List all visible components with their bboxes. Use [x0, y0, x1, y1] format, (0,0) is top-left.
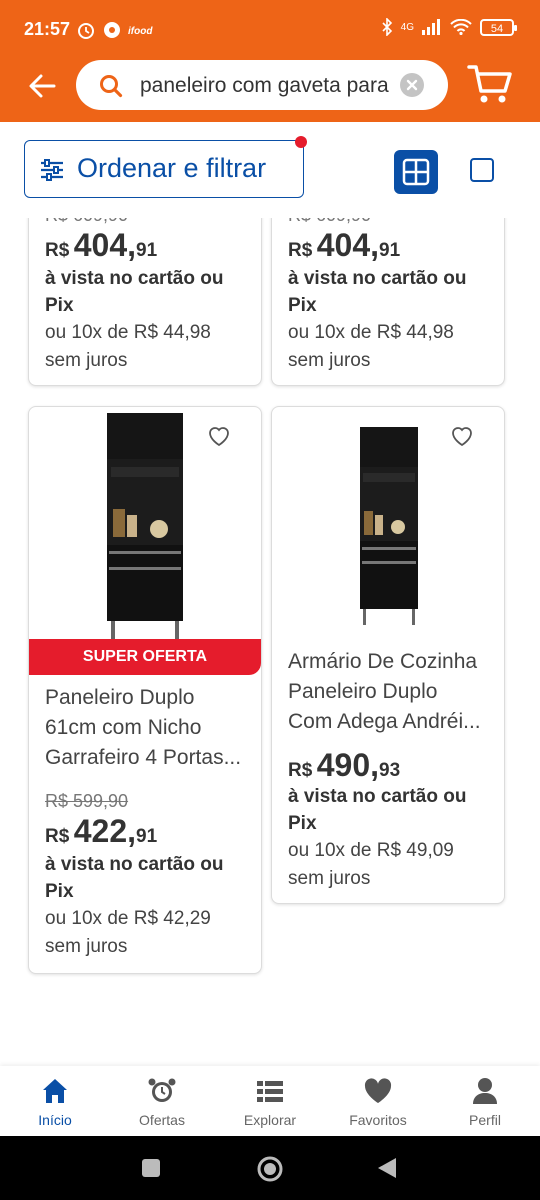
payment-condition: à vista no cartão ou Pix [288, 786, 467, 834]
price: R$ 404,91 [45, 227, 158, 263]
grid-view-button[interactable] [394, 150, 438, 194]
price: R$ 490,93 [288, 747, 401, 783]
clear-search-icon[interactable] [400, 73, 424, 97]
app-logo-icon: ifood [128, 26, 153, 37]
home-icon [43, 1079, 67, 1103]
system-navigation-bar [0, 1136, 540, 1200]
soccer-ball-icon [104, 22, 120, 38]
alarm-clock-icon [148, 1078, 176, 1102]
nav-item-favoritos[interactable]: Favoritos [328, 1066, 428, 1136]
svg-text:ifood: ifood [128, 26, 153, 37]
status-system-icons: 4G 54 [381, 18, 517, 36]
battery-icon: 54 [480, 18, 517, 36]
alarm-icon [78, 23, 94, 39]
back-button-icon[interactable] [376, 1156, 398, 1180]
favorite-heart-icon[interactable] [450, 425, 474, 447]
product-title: Armário De Cozinha Paneleiro Duplo Com A… [288, 650, 481, 733]
product-title: Paneleiro Duplo 61cm com Nicho Garrafeir… [45, 686, 242, 769]
old-price: R$ 599,90 [45, 791, 129, 811]
installment: ou 10x de R$ 44,98 sem juros [45, 322, 211, 371]
nav-item-ofertas[interactable]: Ofertas [112, 1066, 212, 1136]
wifi-icon [450, 19, 472, 35]
heart-icon [364, 1078, 392, 1103]
status-notification-icons: ifood [76, 20, 154, 40]
search-icon [100, 75, 123, 98]
nav-item-explorar[interactable]: Explorar [220, 1066, 320, 1136]
payment-condition: à vista no cartão ou Pix [45, 268, 224, 316]
back-arrow-icon[interactable] [26, 70, 58, 102]
installment: ou 10x de R$ 42,29 sem juros [45, 908, 211, 957]
list-view-icon[interactable] [470, 158, 494, 182]
price: R$ 404,91 [288, 227, 401, 263]
installment: ou 10x de R$ 44,98 sem juros [288, 322, 454, 371]
status-time: 21:57 [24, 19, 71, 39]
bottom-navigation: Início Ofertas Explorar Favoritos Perfil [0, 1066, 540, 1136]
product-card[interactable]: SUPER OFERTA Paneleiro Duplo 61cm com Ni… [28, 406, 262, 974]
payment-condition: à vista no cartão ou Pix [288, 268, 467, 316]
filter-sliders-icon [41, 159, 63, 181]
nav-item-inicio[interactable]: Início [5, 1066, 105, 1136]
product-image[interactable] [354, 425, 424, 625]
network-type: 4G [400, 21, 414, 33]
favorite-heart-icon[interactable] [207, 425, 231, 447]
nav-item-perfil[interactable]: Perfil [435, 1066, 535, 1136]
person-icon [473, 1078, 497, 1104]
grid-view-icon [402, 158, 430, 186]
home-button-icon[interactable] [256, 1155, 284, 1183]
signal-icon [422, 19, 440, 35]
price: R$ 422,91 [45, 813, 158, 849]
recent-apps-icon[interactable] [141, 1158, 161, 1178]
app-header: 21:57 ifood 4G 54 paneleiro com gaveta p… [0, 0, 540, 122]
cart-icon[interactable] [466, 62, 514, 106]
installment: ou 10x de R$ 49,09 sem juros [288, 840, 454, 889]
super-offer-badge: SUPER OFERTA [29, 639, 261, 675]
bluetooth-icon [382, 18, 392, 36]
list-icon [257, 1081, 283, 1102]
product-image[interactable] [101, 411, 191, 641]
sort-filter-label: Ordenar e filtrar [77, 153, 267, 183]
filter-active-dot [295, 136, 307, 148]
filter-bar: Ordenar e filtrar [0, 122, 540, 218]
status-bar: 21:57 ifood 4G 54 [0, 0, 540, 60]
payment-condition: à vista no cartão ou Pix [45, 854, 224, 902]
product-card[interactable]: Armário De Cozinha Paneleiro Duplo Com A… [271, 406, 505, 904]
sort-filter-button[interactable]: Ordenar e filtrar [24, 140, 304, 198]
search-field[interactable]: paneleiro com gaveta para [76, 60, 448, 110]
